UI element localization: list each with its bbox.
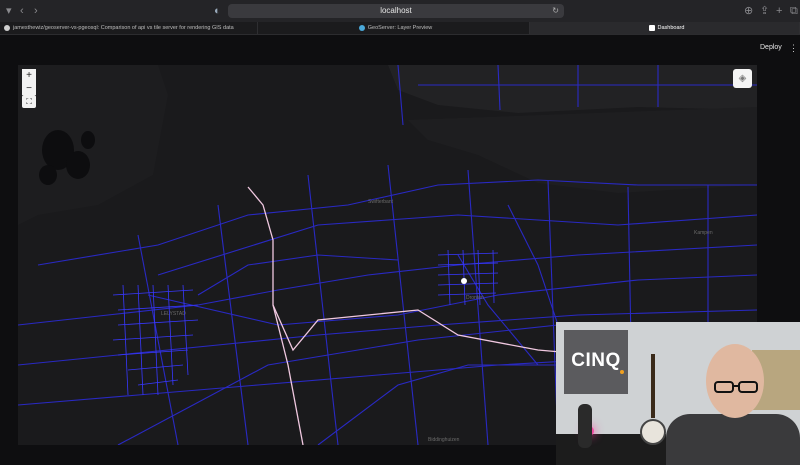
- fullscreen-icon[interactable]: ⛶: [22, 95, 36, 108]
- map-label-lelystad: LELYSTAD: [161, 311, 186, 317]
- layers-icon[interactable]: ◈: [733, 69, 752, 88]
- banjo-image: [640, 354, 666, 445]
- webcam-overlay: CINQ: [556, 322, 800, 465]
- person-body: [666, 414, 800, 465]
- site-favicon-icon: ◐: [214, 5, 221, 17]
- map-label-swifterbant: Swifterbant: [368, 199, 394, 205]
- map-label-kampen: Kampen: [694, 230, 713, 236]
- reload-icon[interactable]: ↻: [552, 4, 559, 18]
- tab-strip: jamesthewiz/geoserver-vs-pgeosql: Compar…: [0, 22, 800, 35]
- sidebar-toggle-icon[interactable]: ▾: [6, 3, 12, 19]
- map-marker: [461, 278, 467, 284]
- tab-dashboard[interactable]: Dashboard: [530, 22, 800, 34]
- zoom-in-button[interactable]: +: [22, 69, 36, 82]
- chevron-left-icon[interactable]: ‹: [20, 3, 24, 19]
- cinq-logo-dot: [620, 370, 624, 374]
- tab-label: Dashboard: [657, 25, 685, 31]
- kebab-menu-icon[interactable]: ⋮: [789, 43, 798, 54]
- tab-label: GeoServer: Layer Preview: [367, 25, 433, 31]
- geoserver-icon: [358, 24, 365, 31]
- new-tab-icon[interactable]: +: [776, 3, 782, 19]
- zoom-out-button[interactable]: −: [22, 82, 36, 95]
- tab-geoserver[interactable]: GeoServer: Layer Preview: [258, 22, 530, 34]
- zoom-controls: + −: [22, 69, 36, 95]
- share-icon[interactable]: ⇪: [760, 3, 769, 19]
- download-icon[interactable]: ⊕: [744, 3, 753, 19]
- tab-github[interactable]: jamesthewiz/geoserver-vs-pgeosql: Compar…: [0, 22, 258, 34]
- url-text: localhost: [380, 6, 412, 15]
- glasses-image: [714, 381, 758, 393]
- address-bar[interactable]: localhost ↻: [228, 4, 564, 18]
- tab-label: jamesthewiz/geoserver-vs-pgeosql: Compar…: [13, 25, 234, 31]
- map-label-dronten: Dronten: [466, 295, 484, 301]
- guitar-image: [578, 404, 592, 448]
- app-header: [0, 35, 800, 65]
- deploy-button[interactable]: Deploy: [760, 44, 782, 51]
- dashboard-icon: [648, 24, 655, 31]
- tab-overview-icon[interactable]: ⧉: [790, 3, 798, 19]
- github-icon: [4, 24, 10, 31]
- browser-toolbar: ▾ ‹ › ◐ localhost ↻ ⊕ ⇪ + ⧉: [0, 0, 800, 23]
- map-label-biddinghuizen: Biddinghuizen: [428, 437, 460, 443]
- cinq-logo-text: CINQ: [571, 350, 621, 371]
- cinq-logo: CINQ: [564, 330, 628, 394]
- chevron-right-icon[interactable]: ›: [34, 3, 38, 19]
